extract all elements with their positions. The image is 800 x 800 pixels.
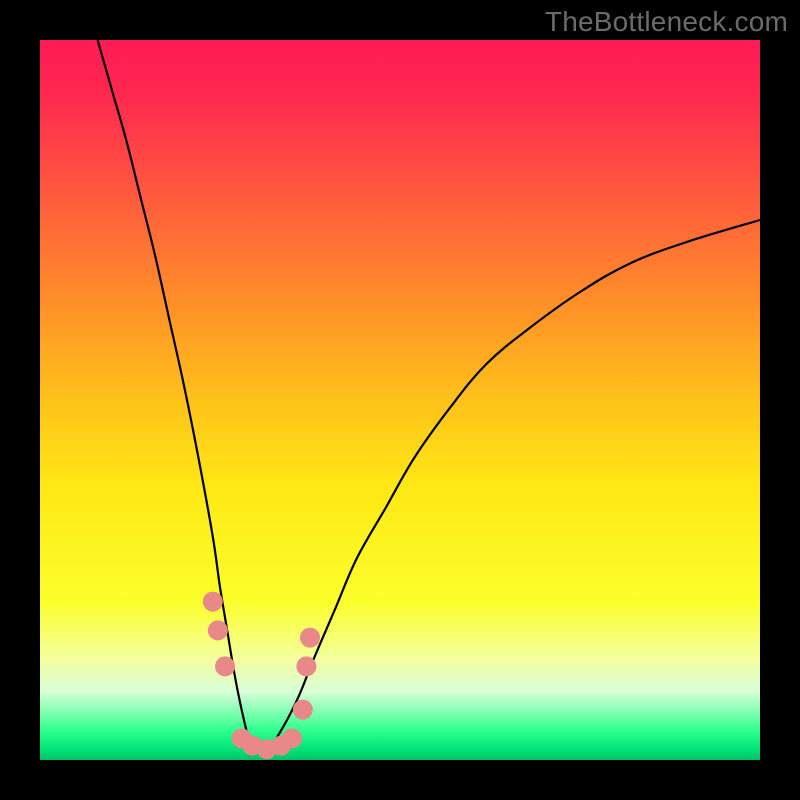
plot-area bbox=[40, 40, 760, 760]
attribution-label: TheBottleneck.com bbox=[545, 6, 788, 38]
data-marker bbox=[203, 592, 223, 612]
gradient-background bbox=[40, 40, 760, 760]
data-marker bbox=[208, 620, 228, 640]
data-marker bbox=[282, 728, 302, 748]
data-marker bbox=[296, 656, 316, 676]
data-marker bbox=[293, 700, 313, 720]
data-marker bbox=[215, 656, 235, 676]
data-marker bbox=[300, 628, 320, 648]
chart-frame: TheBottleneck.com bbox=[0, 0, 800, 800]
chart-svg bbox=[40, 40, 760, 760]
